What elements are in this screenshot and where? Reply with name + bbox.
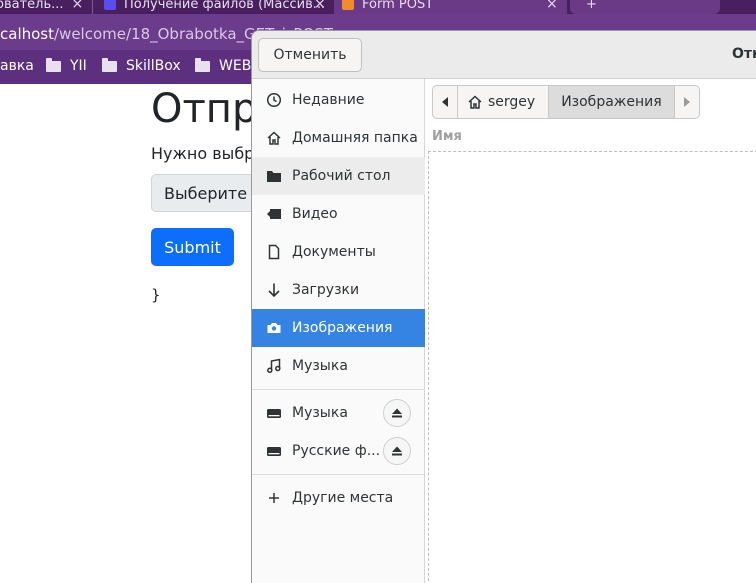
sidebar-item-other-locations[interactable]: Другие места: [252, 479, 425, 517]
browser-tab-strip: ователь... × Получение файлов (Массив...…: [0, 0, 756, 14]
file-chooser-dialog: Отменить Отк Недавние Домашняя папка Раб…: [251, 30, 756, 583]
chevron-left-icon: [442, 97, 448, 107]
new-tab-button[interactable]: +: [570, 0, 720, 14]
document-icon: [266, 244, 282, 260]
home-icon: [468, 95, 482, 109]
bookmark-label: YII: [70, 58, 87, 74]
browser-tab[interactable]: Получение файлов (Массив... ×: [104, 0, 326, 14]
sidebar-device-russian-fonts[interactable]: Русские ф...: [252, 432, 425, 470]
tab-close-icon[interactable]: ×: [546, 0, 558, 12]
browser-tab-active[interactable]: Form POST ×: [334, 0, 567, 14]
sidebar-item-label: Документы: [292, 244, 376, 260]
download-icon: [266, 282, 282, 298]
sidebar-item-recent[interactable]: Недавние: [252, 81, 425, 119]
folder-icon: [195, 57, 210, 72]
places-sidebar: Недавние Домашняя папка Рабочий стол Вид…: [252, 79, 425, 583]
video-icon: [266, 206, 282, 222]
bookmark-label: SkillBox: [126, 58, 181, 74]
sidebar-item-label: Музыка: [292, 358, 348, 374]
page-favicon-icon: [342, 0, 354, 10]
clock-icon: [266, 92, 282, 108]
sidebar-item-desktop[interactable]: Рабочий стол: [252, 157, 425, 195]
bookmark-folder-skillbox[interactable]: SkillBox: [102, 57, 181, 74]
sidebar-item-label: Загрузки: [292, 282, 360, 298]
code-brace-text: }: [151, 286, 161, 304]
path-button-label: Изображения: [561, 94, 662, 110]
sidebar-item-label: Русские ф...: [292, 443, 381, 459]
path-button-current[interactable]: Изображения: [549, 86, 675, 118]
sidebar-item-videos[interactable]: Видео: [252, 195, 425, 233]
folder-icon: [266, 168, 282, 184]
tab-close-icon[interactable]: ×: [72, 0, 84, 12]
bookmark-label: авка: [0, 58, 34, 74]
sidebar-item-pictures[interactable]: Изображения: [252, 309, 425, 347]
path-button-label: sergey: [488, 94, 536, 110]
sidebar-item-label: Изображения: [292, 320, 393, 336]
sidebar-item-label: Видео: [292, 206, 338, 222]
sidebar-device-music[interactable]: Музыка: [252, 394, 425, 432]
folder-icon: [46, 57, 61, 72]
sidebar-item-label: Домашняя папка: [292, 130, 418, 146]
sidebar-separator: [252, 389, 425, 390]
dialog-title: Отк: [732, 46, 756, 62]
drive-icon: [266, 443, 282, 459]
sidebar-item-home[interactable]: Домашняя папка: [252, 119, 425, 157]
bookmark-folder-web[interactable]: WEB: [195, 57, 252, 74]
sidebar-item-downloads[interactable]: Загрузки: [252, 271, 425, 309]
drive-icon: [266, 405, 282, 421]
sidebar-separator: [252, 474, 425, 475]
camera-icon: [266, 320, 282, 336]
page-heading: Отпр: [151, 86, 258, 132]
chevron-right-icon: [683, 97, 690, 107]
bookmark-item[interactable]: авка: [0, 58, 34, 74]
tab-divider: [92, 0, 93, 14]
page-instruction-text: Нужно выбр: [151, 144, 255, 163]
sidebar-item-label: Рабочий стол: [292, 168, 391, 184]
file-choose-button[interactable]: Выберите: [151, 174, 261, 212]
sidebar-item-label: Другие места: [292, 490, 394, 506]
path-bar: sergey Изображения: [432, 85, 700, 119]
home-icon: [266, 130, 282, 146]
tab-label: Form POST: [362, 0, 434, 12]
path-button-home[interactable]: sergey: [458, 86, 550, 118]
cancel-button[interactable]: Отменить: [258, 38, 362, 72]
tab-label: ователь...: [0, 0, 64, 12]
music-icon: [266, 358, 282, 374]
sidebar-item-documents[interactable]: Документы: [252, 233, 425, 271]
sidebar-item-music[interactable]: Музыка: [252, 347, 425, 385]
sidebar-item-label: Недавние: [292, 92, 365, 108]
url-host: calhost: [0, 25, 54, 43]
folder-icon: [102, 57, 117, 72]
eject-icon: [392, 408, 402, 418]
path-scroll-right-button[interactable]: [675, 86, 699, 118]
file-list[interactable]: [428, 151, 756, 583]
submit-button[interactable]: Submit: [151, 228, 234, 266]
browser-tab[interactable]: ователь... ×: [0, 0, 83, 14]
eject-button[interactable]: [383, 399, 411, 427]
path-scroll-left-button[interactable]: [433, 86, 458, 118]
file-choose-label: Выберите: [164, 184, 248, 203]
eject-button[interactable]: [383, 437, 411, 465]
tab-close-icon[interactable]: ×: [314, 0, 326, 12]
column-header-name[interactable]: Имя: [432, 129, 462, 144]
plus-icon: [266, 490, 282, 506]
plus-icon: +: [586, 0, 597, 12]
eject-icon: [392, 446, 402, 456]
sidebar-item-label: Музыка: [292, 405, 348, 421]
bookmark-folder-yii[interactable]: YII: [46, 57, 87, 74]
bootstrap-favicon-icon: [104, 0, 116, 10]
bookmark-label: WEB: [219, 58, 252, 74]
tab-label: Получение файлов (Массив...: [124, 0, 326, 12]
dialog-header: Отменить Отк: [252, 31, 756, 79]
